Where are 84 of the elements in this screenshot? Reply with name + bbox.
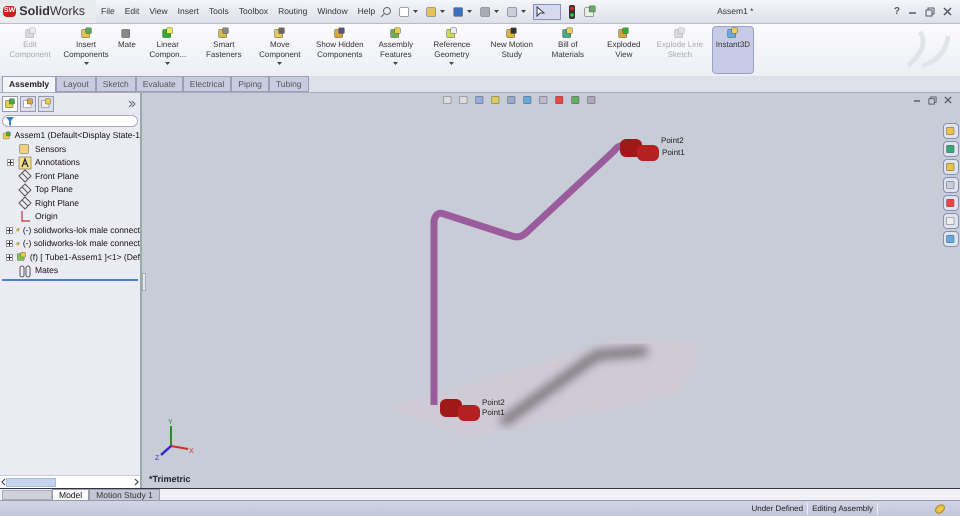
- menu-item[interactable]: Toolbox: [234, 5, 274, 18]
- ribbon-button[interactable]: Show Hidden Components: [312, 26, 368, 74]
- tab[interactable]: Piping: [231, 76, 269, 92]
- expand-toggle[interactable]: [6, 240, 13, 248]
- menu-item[interactable]: Window: [312, 5, 353, 18]
- dropdown-caret-icon[interactable]: [393, 62, 398, 65]
- dropdown-caret-icon[interactable]: [521, 10, 526, 13]
- dropdown-caret-icon[interactable]: [84, 62, 88, 65]
- mates-icon: [18, 264, 32, 278]
- expand-toggle[interactable]: [6, 254, 13, 261]
- tree-item-label[interactable]: Origin: [35, 210, 58, 224]
- plane-icon: [18, 196, 32, 210]
- plane-icon: [18, 182, 32, 197]
- bottom-tab[interactable]: Motion Study 1: [89, 488, 160, 500]
- ribbon-button[interactable]: Reference Geometry: [424, 26, 480, 74]
- tab[interactable]: Assembly: [2, 76, 56, 92]
- status-text: Editing Assembly: [808, 502, 878, 514]
- tree-item-label[interactable]: Sensors: [35, 142, 66, 156]
- window-title: Assem1 *: [717, 5, 754, 18]
- tree-item-label[interactable]: (-) solidworks-lok male connect: [22, 237, 140, 250]
- ribbon-button[interactable]: Smart Fasteners: [196, 26, 252, 74]
- bottom-tab[interactable]: Model: [52, 488, 90, 500]
- pointer-icon: [536, 6, 546, 18]
- ribbon-button[interactable]: Insert Components: [58, 26, 114, 74]
- tree-item-label[interactable]: (-) solidworks-lok male connect: [22, 224, 140, 237]
- menu-item[interactable]: Tools: [204, 5, 234, 18]
- tree-root-label[interactable]: Assem1 (Default<Display State-1: [14, 129, 140, 142]
- tree-item-label[interactable]: Mates: [35, 264, 58, 278]
- scroll-left-icon[interactable]: [0, 478, 6, 486]
- dropdown-caret-icon[interactable]: [494, 10, 500, 13]
- menu-item[interactable]: Insert: [172, 5, 204, 18]
- panel-splitter-handle[interactable]: [142, 273, 146, 291]
- ribbon-button[interactable]: Mate: [114, 26, 140, 74]
- horizontal-scrollbar[interactable]: [0, 475, 140, 488]
- tab[interactable]: Electrical: [182, 76, 232, 92]
- expand-toggle[interactable]: [7, 159, 14, 166]
- logo-text: SolidWorks: [19, 3, 86, 20]
- ribbon-button[interactable]: Move Component: [252, 26, 308, 74]
- menu-item[interactable]: File: [96, 5, 120, 18]
- tab[interactable]: Tubing: [268, 76, 309, 92]
- expand-panel-icon[interactable]: [128, 100, 136, 108]
- filter-field[interactable]: [2, 115, 138, 127]
- close-icon[interactable]: [943, 7, 952, 16]
- tab[interactable]: Layout: [56, 76, 96, 92]
- ribbon-button[interactable]: Exploded View: [596, 26, 652, 74]
- scrollbar-thumb[interactable]: [6, 478, 56, 486]
- tree-item-label[interactable]: Annotations: [35, 156, 80, 170]
- tree-item-label[interactable]: (f) [ Tube1-Assem1 ]<1> (Def: [30, 250, 140, 264]
- ribbon-button[interactable]: Assembly Features: [368, 26, 424, 74]
- tab[interactable]: Evaluate: [136, 76, 183, 92]
- help-button[interactable]: ?: [894, 4, 900, 19]
- menu-item[interactable]: Help: [352, 5, 380, 18]
- dropdown-caret-icon[interactable]: [449, 62, 454, 65]
- scroll-right-icon[interactable]: [134, 478, 140, 486]
- ribbon-button[interactable]: Bill of Materials: [540, 26, 596, 74]
- tab[interactable]: Sketch: [96, 76, 136, 92]
- annotation-icon: [18, 156, 32, 170]
- view-orientation-label: *Trimetric: [149, 472, 191, 486]
- dropdown-caret-icon[interactable]: [277, 62, 282, 65]
- ribbon-button[interactable]: Instant3D: [712, 26, 754, 74]
- traffic-light-icon[interactable]: [568, 4, 576, 18]
- dropdown-caret-icon[interactable]: [467, 10, 472, 13]
- plane-icon: [18, 169, 32, 184]
- expand-toggle[interactable]: [6, 226, 13, 234]
- ribbon-button[interactable]: Linear Compon...: [140, 26, 196, 74]
- ribbon-button[interactable]: New Motion Study: [484, 26, 540, 74]
- select-tool-button[interactable]: [533, 4, 562, 20]
- point-label: Point2: [482, 398, 505, 407]
- tree-item-label[interactable]: Top Plane: [35, 183, 73, 196]
- restore-icon[interactable]: [928, 96, 937, 104]
- status-text: Under Defined: [747, 502, 808, 514]
- tree-item-label[interactable]: Right Plane: [35, 196, 79, 210]
- point-label: Point1: [662, 148, 685, 157]
- menu-item[interactable]: Routing: [273, 5, 312, 18]
- dropdown-caret-icon[interactable]: [413, 10, 418, 13]
- restore-icon[interactable]: [925, 6, 935, 16]
- point-label: Point1: [482, 408, 505, 417]
- dropdown-caret-icon[interactable]: [440, 10, 446, 13]
- close-icon[interactable]: [944, 96, 952, 104]
- tree-item-label[interactable]: Front Plane: [35, 170, 79, 183]
- point-label: Point2: [661, 136, 684, 145]
- menu-item[interactable]: View: [144, 5, 173, 18]
- menu-item[interactable]: Edit: [120, 5, 144, 18]
- dropdown-caret-icon[interactable]: [165, 62, 170, 65]
